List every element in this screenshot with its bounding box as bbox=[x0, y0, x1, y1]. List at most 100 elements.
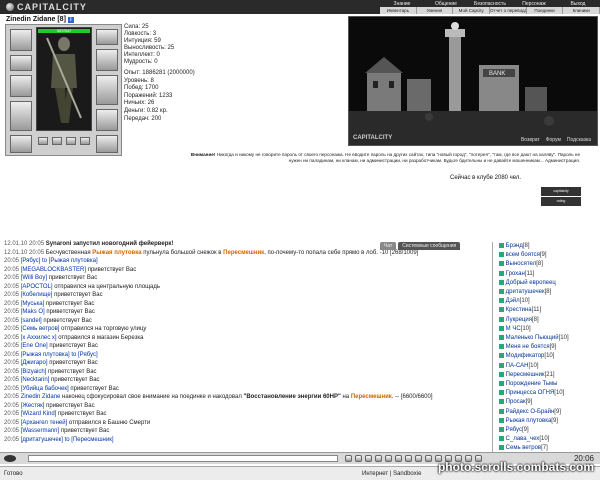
chat-nick[interactable]: to [Пересмешник] bbox=[65, 437, 114, 443]
submenu-item[interactable]: Инвентарь bbox=[380, 7, 417, 14]
chat-nick[interactable]: [Муська] bbox=[21, 301, 45, 307]
user-name[interactable]: дритатушечек bbox=[504, 289, 545, 295]
user-name[interactable]: Рыжая плутовка bbox=[504, 418, 552, 424]
chat-nick[interactable]: [Wizard Kind] bbox=[21, 411, 57, 417]
user-row[interactable]: Райдекс О-Брайн[9] bbox=[497, 408, 598, 417]
chat-nick[interactable]: [Bizyaich] bbox=[21, 369, 47, 375]
user-row[interactable]: Семь ветров[7] bbox=[497, 444, 598, 452]
user-name[interactable]: Грохан bbox=[504, 271, 525, 277]
submenu-item[interactable]: Клиники bbox=[563, 7, 600, 14]
user-row[interactable]: Добрый европеец bbox=[497, 279, 598, 288]
belt-slot[interactable] bbox=[10, 135, 32, 153]
user-name[interactable]: Модификатор bbox=[504, 353, 545, 359]
chat-channel-icon[interactable] bbox=[4, 455, 16, 462]
toolbar-button-icon[interactable] bbox=[405, 455, 412, 462]
online-user-list[interactable]: Брэнд[8] всем боятся[9] Выносятел[8] Гро… bbox=[492, 242, 598, 452]
chat-nick[interactable]: [sandel] bbox=[21, 318, 42, 324]
user-row[interactable]: Рыжая плутовка[9] bbox=[497, 417, 598, 426]
chat-nick[interactable]: [Джигаро] bbox=[21, 360, 48, 366]
toolbar-button-icon[interactable] bbox=[355, 455, 362, 462]
user-name[interactable]: ПА-САН bbox=[504, 363, 529, 369]
chat-nick[interactable]: [Рыжая плутовка] bbox=[21, 352, 72, 358]
earring-slot[interactable] bbox=[96, 29, 118, 45]
rating-badges[interactable]: capitalcity rating bbox=[541, 187, 581, 207]
toolbar-button-icon[interactable] bbox=[395, 455, 402, 462]
chat-nick[interactable]: to [Рыжая плутовка] bbox=[42, 258, 98, 264]
toolbar-button-icon[interactable] bbox=[375, 455, 382, 462]
user-name[interactable]: С_лава_чех bbox=[504, 436, 540, 442]
chat-nick[interactable]: [дритатушечек] bbox=[21, 437, 65, 443]
user-name[interactable]: Крестина bbox=[504, 307, 532, 313]
helmet-slot[interactable] bbox=[10, 29, 32, 51]
user-name[interactable]: Добрый европеец bbox=[504, 280, 556, 286]
amulet-slot[interactable] bbox=[10, 55, 32, 71]
chat-nick[interactable]: [х Аххилес х] bbox=[21, 335, 57, 341]
user-row[interactable]: Пересмешник[21] bbox=[497, 371, 598, 380]
boots-slot[interactable] bbox=[96, 109, 118, 131]
user-name[interactable]: всем боятся bbox=[504, 252, 540, 258]
submenu-item[interactable]: Поединки bbox=[527, 7, 564, 14]
user-row[interactable]: Просак[9] bbox=[497, 398, 598, 407]
user-name[interactable]: Просак bbox=[504, 399, 526, 405]
info-icon[interactable]: i bbox=[67, 17, 74, 23]
chat-tab[interactable]: Чат bbox=[380, 242, 397, 250]
user-row[interactable]: Рябус[9] bbox=[497, 426, 598, 435]
chat-nick[interactable]: [Wassermann] bbox=[21, 428, 59, 434]
chat-nick[interactable]: [Кобелище] bbox=[21, 292, 53, 298]
toolbar-button-icon[interactable] bbox=[365, 455, 372, 462]
ring-slot-2[interactable] bbox=[52, 137, 62, 145]
toolbar-button-icon[interactable] bbox=[345, 455, 352, 462]
shield-slot[interactable] bbox=[96, 75, 118, 105]
scene-nav-link[interactable]: Возврат bbox=[521, 137, 540, 143]
user-name[interactable]: Лукреция bbox=[504, 317, 532, 323]
chat-nick[interactable]: [Necktarin] bbox=[21, 377, 50, 383]
user-name[interactable]: Порождение Тьмы bbox=[504, 381, 558, 387]
chat-nick[interactable]: [Рябус] bbox=[21, 258, 42, 264]
chat-nick[interactable]: [Убийца бабочек] bbox=[21, 386, 69, 392]
badge-capitalcity[interactable]: capitalcity bbox=[541, 187, 581, 196]
user-name[interactable]: Выносятел bbox=[504, 261, 537, 267]
user-name[interactable]: Маленько Пьющий bbox=[504, 335, 559, 341]
chat-nick[interactable]: [MEGABLOCKBASTER] bbox=[21, 267, 86, 273]
chat-nick[interactable]: [Жестяк] bbox=[21, 403, 45, 409]
user-row[interactable]: Принцесса ОГНЯ[10] bbox=[497, 389, 598, 398]
badge-rating[interactable]: rating bbox=[541, 197, 581, 206]
user-row[interactable]: дритатушечек[8] bbox=[497, 288, 598, 297]
user-row[interactable]: С_лава_чех[10] bbox=[497, 435, 598, 444]
armor-slot[interactable] bbox=[10, 101, 32, 131]
user-row[interactable]: Меня не боятся[9] bbox=[497, 343, 598, 352]
toolbar-button-icon[interactable] bbox=[385, 455, 392, 462]
chat-input[interactable] bbox=[28, 455, 338, 462]
submenu-item[interactable]: Мой Capcity bbox=[453, 7, 491, 14]
user-row[interactable]: Грохан[11] bbox=[497, 270, 598, 279]
ring-slot-3[interactable] bbox=[66, 137, 76, 145]
user-row[interactable]: Порождение Тьмы bbox=[497, 380, 598, 389]
chat-nick[interactable]: [Maks O] bbox=[21, 309, 45, 315]
chat-nick[interactable]: Zinedin Zidane bbox=[21, 394, 61, 400]
user-row[interactable]: ПА-САН[10] bbox=[497, 362, 598, 371]
user-row[interactable]: Модификатор[10] bbox=[497, 352, 598, 361]
chat-nick[interactable]: [Архангел теней] bbox=[21, 420, 68, 426]
chat-nick[interactable]: [Willi Boy] bbox=[21, 275, 47, 281]
user-row[interactable]: всем боятся[9] bbox=[497, 251, 598, 260]
user-name[interactable]: Брэнд bbox=[504, 243, 523, 249]
submenu-item[interactable]: Отчет о переводах bbox=[490, 7, 527, 14]
user-row[interactable]: Лукреция[8] bbox=[497, 316, 598, 325]
user-name[interactable]: Принцесса ОГНЯ bbox=[504, 390, 555, 396]
user-name[interactable]: Райдекс О-Брайн bbox=[504, 409, 555, 415]
user-row[interactable]: Дэйл[10] bbox=[497, 297, 598, 306]
user-name[interactable]: Рябус bbox=[504, 427, 522, 433]
chat-nick[interactable]: [APOCTOL] bbox=[21, 284, 53, 290]
chat-nick[interactable]: [Семь ветров] bbox=[21, 326, 60, 332]
weapon-slot[interactable] bbox=[10, 75, 32, 97]
user-name[interactable]: Пересмешник bbox=[504, 372, 545, 378]
user-name[interactable]: Меня не боятся bbox=[504, 344, 550, 350]
user-name[interactable]: М ЧС bbox=[504, 326, 521, 332]
ring-slot[interactable] bbox=[96, 135, 118, 153]
toolbar-button-icon[interactable] bbox=[425, 455, 432, 462]
user-row[interactable]: Крестина[11] bbox=[497, 306, 598, 315]
user-name[interactable]: Семь ветров bbox=[504, 445, 541, 451]
user-row[interactable]: Брэнд[8] bbox=[497, 242, 598, 251]
character-name[interactable]: Zinedin Zidane [8] i bbox=[6, 16, 74, 23]
chat-nick[interactable]: to [Рябус] bbox=[71, 352, 97, 358]
